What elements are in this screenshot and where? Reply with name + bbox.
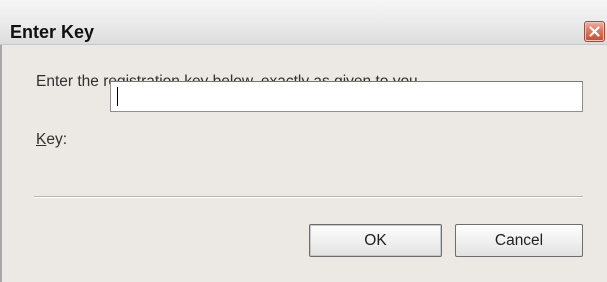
close-icon [589,26,600,37]
title-bar[interactable]: Enter Key [0,0,607,45]
key-input[interactable] [110,81,583,112]
window-title: Enter Key [10,22,95,42]
key-label-rest: ey: [46,131,68,148]
key-label: Key: [36,131,67,149]
cancel-button[interactable]: Cancel [455,224,583,257]
ok-button[interactable]: OK [309,224,442,257]
text-caret [117,87,118,106]
enter-key-dialog: Enter Key Enter the registration key bel… [0,0,607,282]
separator-line [34,196,583,198]
close-button[interactable] [584,21,605,42]
key-label-mnemonic: K [36,131,47,148]
